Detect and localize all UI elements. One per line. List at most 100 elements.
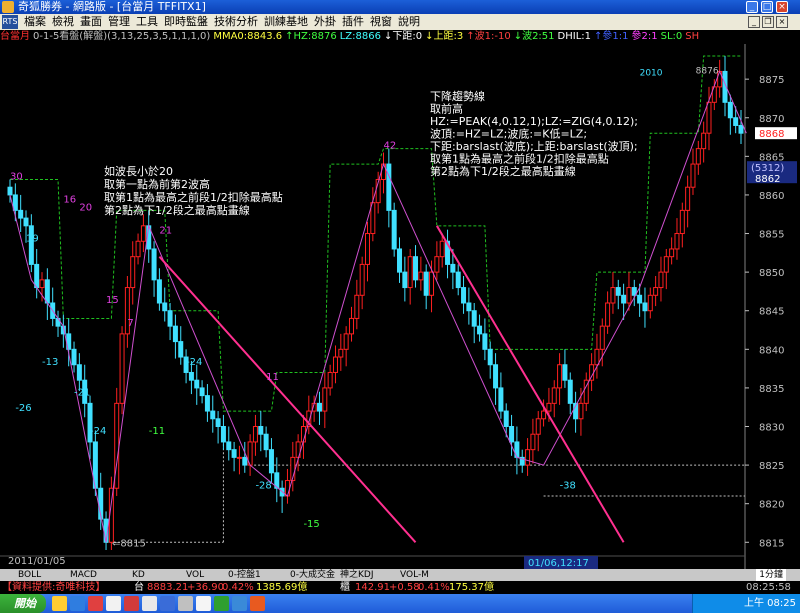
y-tick-label-8: 8855 — [759, 230, 784, 241]
ie-icon[interactable] — [70, 596, 85, 611]
mdi-restore-button[interactable]: ❐ — [762, 16, 774, 28]
status-field-4: LZ:8866 — [339, 31, 381, 42]
media-icon[interactable] — [232, 596, 247, 611]
minimize-button[interactable]: _ — [746, 1, 758, 13]
menu-item-3[interactable]: 管理 — [108, 14, 130, 30]
mdi-close-button[interactable]: × — [776, 16, 788, 28]
menu-item-4[interactable]: 工具 — [136, 14, 158, 30]
otc-pct: 0.41% — [418, 582, 450, 593]
taiex-volume: 1385.69億 — [256, 582, 308, 593]
tab-6[interactable]: 神之KDJ — [340, 569, 374, 581]
tab-1[interactable]: MACD — [70, 569, 97, 581]
candle-body-74 — [402, 271, 408, 289]
candle-body-32 — [178, 341, 184, 358]
candle-body-92 — [498, 387, 504, 412]
candle-body-99 — [535, 418, 541, 435]
quote-time: 08:25:58 — [746, 582, 791, 593]
taskbar: 開始 上午 08:25 — [0, 594, 800, 613]
candle-body-49 — [268, 449, 274, 474]
candle-body-1 — [12, 194, 18, 211]
candle-body-126 — [679, 209, 685, 235]
tab-4[interactable]: 0-控盤1 — [228, 569, 261, 581]
window-title: 奇狐勝券 - 網路版 - [台當月 TFFITX1] — [18, 0, 206, 13]
chart-app-icon[interactable] — [250, 596, 265, 611]
candle-body-23 — [130, 256, 136, 289]
status-field-1: 0-1-5看盤(解盤)(3,13,25,3,5,1,1,1,0) — [33, 31, 211, 42]
explorer-icon[interactable] — [52, 596, 67, 611]
candle-body-125 — [674, 233, 680, 250]
calculator-icon[interactable] — [178, 596, 193, 611]
candle-body-79 — [429, 271, 435, 296]
mdi-minimize-button[interactable]: _ — [748, 16, 760, 28]
cursor-date-label: 01/06,12:17 — [528, 558, 589, 569]
trough-label-7: -38 — [560, 480, 576, 491]
candle-body-72 — [391, 209, 397, 250]
taiex-pct: 0.42% — [222, 582, 254, 593]
candle-body-12 — [71, 348, 77, 366]
candle-body-3 — [23, 217, 29, 227]
candle-body-0 — [7, 186, 13, 196]
candle-body-105 — [567, 379, 573, 404]
tab-7[interactable]: VOL-M — [400, 569, 429, 581]
word-icon[interactable] — [160, 596, 175, 611]
menu-item-6[interactable]: 技術分析 — [214, 14, 258, 30]
annotation-left-3: 第2點為下1/2段之最高點畫線 — [104, 203, 250, 217]
candle-body-29 — [162, 302, 168, 312]
trough-label-4: -24 — [90, 426, 106, 437]
annotation-left-0: 如波長小於20 — [104, 164, 173, 178]
menu-item-8[interactable]: 外掛 — [314, 14, 336, 30]
quote-bar: 【資料提供:奇唯科技】 台 8883.21 +36.90 0.42% 1385.… — [0, 581, 800, 594]
menu-item-10[interactable]: 視窗 — [370, 14, 392, 30]
candle-body-87 — [471, 310, 477, 327]
paint-icon[interactable] — [196, 596, 211, 611]
price-chart[interactable]: 8815 8820 8825 8830 8835 8840 8845 8850 8855 8860… — [0, 44, 800, 569]
candle-body-59 — [322, 387, 328, 412]
candle-body-135 — [727, 101, 733, 119]
annotation-right-6: 第2點為下1/2段之最高點畫線 — [430, 164, 576, 178]
period-selector[interactable]: 1分鐘 — [756, 569, 786, 581]
status-field-2: MMA0:8843.6 — [213, 31, 283, 42]
candle-body-127 — [685, 186, 691, 211]
candle-body-86 — [466, 302, 472, 312]
candle-body-114 — [615, 287, 621, 296]
status-field-11: 參2:1 — [631, 31, 658, 42]
candle-body-48 — [263, 433, 269, 451]
status-field-12: SL:0 — [660, 31, 683, 42]
menu-item-9[interactable]: 插件 — [342, 14, 364, 30]
pdf-icon[interactable] — [124, 596, 139, 611]
status-field-10: ↑參1:1 — [594, 31, 629, 42]
close-button[interactable]: × — [776, 1, 788, 13]
menu-bar: RTS 檔案 檢視 畫面 管理 工具 即時監盤 技術分析 訓練基地 外掛 插件 視窗 說明 _ ❐ × — [0, 14, 800, 30]
candle-body-61 — [332, 356, 338, 373]
menu-item-1[interactable]: 檢視 — [52, 14, 74, 30]
tab-0[interactable]: BOLL — [18, 569, 41, 581]
maximize-button[interactable]: □ — [761, 1, 773, 13]
menu-item-7[interactable]: 訓練基地 — [264, 14, 308, 30]
candle-body-66 — [359, 263, 365, 296]
candle-body-62 — [338, 348, 344, 358]
app-taskbar-icon[interactable] — [88, 596, 103, 611]
candle-body-4 — [28, 225, 34, 265]
menu-item-2[interactable]: 畫面 — [80, 14, 102, 30]
menu-item-11[interactable]: 說明 — [398, 14, 420, 30]
menu-item-5[interactable]: 即時監盤 — [164, 14, 208, 30]
notepad-icon[interactable] — [142, 596, 157, 611]
menu-item-0[interactable]: 檔案 — [24, 14, 46, 30]
y-tick-label-3: 8830 — [759, 423, 784, 434]
start-button[interactable]: 開始 — [0, 594, 46, 613]
candle-body-24 — [135, 240, 141, 258]
low-price-label: ⇐8815 — [112, 538, 146, 549]
peak-label-5: 15 — [106, 295, 119, 306]
candle-body-107 — [578, 402, 584, 420]
tab-5[interactable]: 0-大成交金 — [290, 569, 335, 581]
tab-3[interactable]: VOL — [186, 569, 204, 581]
tab-2[interactable]: KD — [132, 569, 145, 581]
trough-label-3: -26 — [15, 403, 31, 414]
y-tick-label-0: 8815 — [759, 538, 784, 549]
chart-background — [0, 44, 800, 569]
candle-body-136 — [733, 117, 739, 126]
document-icon[interactable] — [106, 596, 121, 611]
peak-label-0: 30 — [10, 172, 23, 183]
excel-icon[interactable] — [214, 596, 229, 611]
peak-label-3: 21 — [159, 226, 172, 237]
